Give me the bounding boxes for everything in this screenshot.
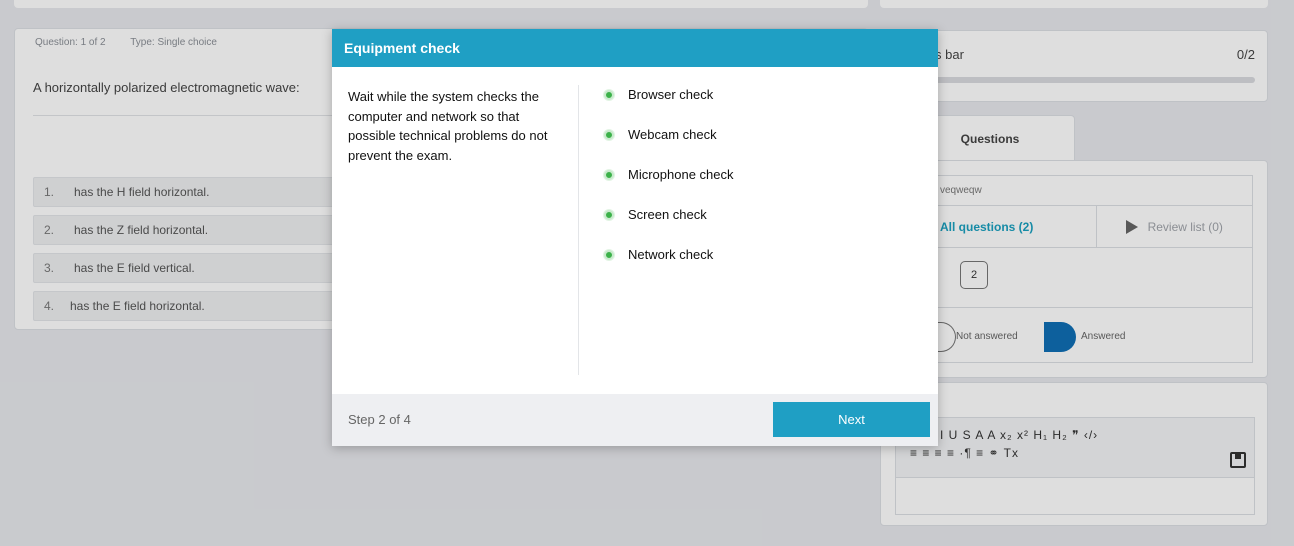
check-item-browser: Browser check <box>604 87 734 127</box>
status-ok-icon <box>604 170 614 180</box>
check-item-network: Network check <box>604 247 734 287</box>
status-ok-icon <box>604 210 614 220</box>
check-label: Screen check <box>628 207 707 222</box>
step-indicator: Step 2 of 4 <box>348 412 411 427</box>
check-list: Browser check Webcam check Microphone ch… <box>604 87 734 287</box>
check-item-webcam: Webcam check <box>604 127 734 167</box>
check-item-screen: Screen check <box>604 207 734 247</box>
check-label: Microphone check <box>628 167 734 182</box>
dialog-body: Wait while the system checks the compute… <box>332 67 938 395</box>
check-label: Browser check <box>628 87 714 102</box>
status-ok-icon <box>604 90 614 100</box>
equipment-check-dialog: Equipment check Wait while the system ch… <box>332 29 938 446</box>
next-button[interactable]: Next <box>773 402 930 437</box>
status-ok-icon <box>604 250 614 260</box>
check-label: Network check <box>628 247 714 262</box>
check-label: Webcam check <box>628 127 717 142</box>
dialog-separator <box>578 85 579 375</box>
dialog-title: Equipment check <box>332 29 938 67</box>
status-ok-icon <box>604 130 614 140</box>
dialog-footer: Step 2 of 4 Next <box>332 394 938 446</box>
dialog-description: Wait while the system checks the compute… <box>348 89 548 163</box>
check-item-microphone: Microphone check <box>604 167 734 207</box>
